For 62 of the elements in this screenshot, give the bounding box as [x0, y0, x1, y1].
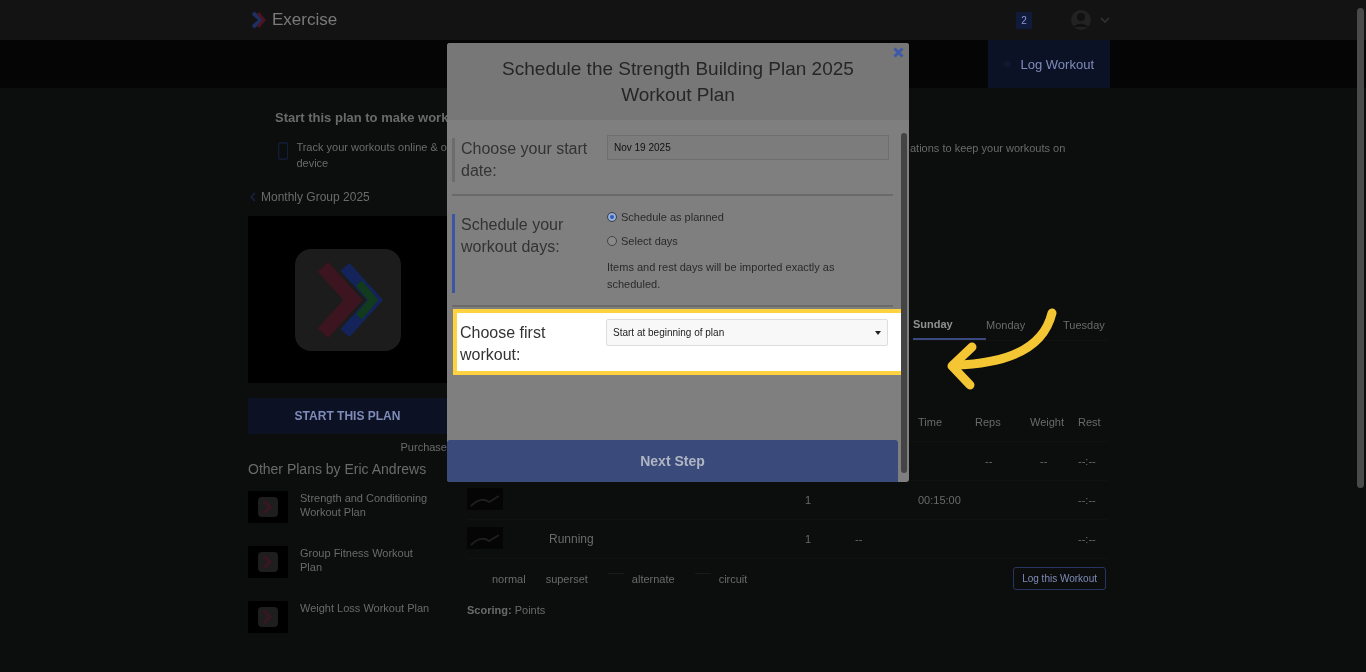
table-cell-text: -- [984, 455, 994, 467]
column-header: Weight [1030, 416, 1066, 428]
notice-title: Start this plan to make work [275, 110, 447, 125]
purchase-note: Purchase [399, 441, 447, 453]
scrollbar[interactable] [901, 133, 907, 473]
plan-thumbnail-icon [248, 491, 288, 523]
table-cell-text: -- [1039, 455, 1049, 467]
plan-thumbnail-icon [248, 546, 288, 578]
table-cell-text: 00:15:00 [917, 494, 962, 506]
logo-icon [250, 11, 266, 29]
table-cell-text: --:-- [1078, 494, 1097, 506]
day-tab[interactable]: Tuesday [1063, 312, 1108, 340]
legend-label: superset [545, 572, 588, 585]
day-tab[interactable]: Sunday [913, 312, 986, 340]
column-header: Reps [975, 416, 1002, 428]
notice-text: ations to keep your workouts on [910, 141, 1066, 156]
next-step-button[interactable]: Next Step [447, 440, 898, 482]
logo-text[interactable]: Exercise [272, 10, 338, 30]
exercise-name: Running [548, 532, 595, 546]
radio-button[interactable] [607, 236, 617, 246]
legend-label: alternate [631, 572, 675, 585]
plan-link[interactable]: Strength and Conditioning Workout Plan [300, 491, 435, 532]
scrollbar[interactable] [1357, 8, 1364, 488]
radio-button[interactable] [607, 212, 617, 222]
legend-label: normal [492, 572, 526, 585]
notice-text: device [296, 156, 330, 171]
start-plan-button[interactable]: START THIS PLAN [248, 398, 447, 434]
notice-text: Track your workouts online & o [296, 140, 447, 155]
table-cell-text: --:-- [1078, 455, 1097, 467]
notification-badge[interactable]: 2 [1016, 11, 1032, 29]
scoring-text: Scoring: Points [467, 604, 547, 616]
table-cell-text: 1 [805, 533, 813, 545]
caret-down-icon [875, 330, 881, 335]
plan-link[interactable]: Group Fitness Workout Plan [300, 546, 435, 587]
workout-dropdown[interactable]: Start at beginning of plan [606, 319, 888, 346]
modal-title: Schedule the Strength Building Plan 2025 Workout Plan [501, 56, 855, 107]
log-this-workout-button[interactable]: Log this Workout [1013, 567, 1106, 590]
column-header: Rest [1078, 416, 1102, 428]
log-workout-button[interactable]: Log Workout [988, 40, 1110, 88]
plan-link[interactable]: Weight Loss Workout Plan [300, 601, 435, 642]
table-cell-text: 1 [805, 494, 813, 506]
table-cell-text: -- [855, 533, 864, 545]
table-cell-text: --:-- [1078, 533, 1097, 545]
close-icon [893, 47, 904, 58]
radio-label[interactable]: Schedule as planned [621, 211, 724, 223]
back-link[interactable]: Monthly Group 2025 [250, 190, 447, 204]
chevron-left-icon [250, 192, 256, 202]
section-title: Other Plans by Eric Andrews [248, 461, 428, 477]
close-button[interactable] [893, 47, 904, 58]
field-label: Schedule your workout days: [452, 214, 607, 293]
column-header: Time [917, 416, 944, 428]
date-field[interactable]: Nov 19 2025 [607, 135, 889, 160]
chevron-down-icon [1100, 17, 1110, 23]
help-text: Items and rest days will be imported exactly as scheduled. [607, 260, 836, 292]
field-label: Choose first workout: [459, 323, 547, 365]
exercise-thumbnail-icon [467, 527, 503, 549]
radio-label[interactable]: Select days [621, 235, 678, 247]
plan-thumbnail-icon [248, 601, 288, 633]
day-tab[interactable]: Monday [986, 312, 1063, 340]
phone-icon [278, 139, 289, 163]
legend-label: circuit [718, 572, 748, 585]
exercise-thumbnail-icon [467, 488, 503, 510]
